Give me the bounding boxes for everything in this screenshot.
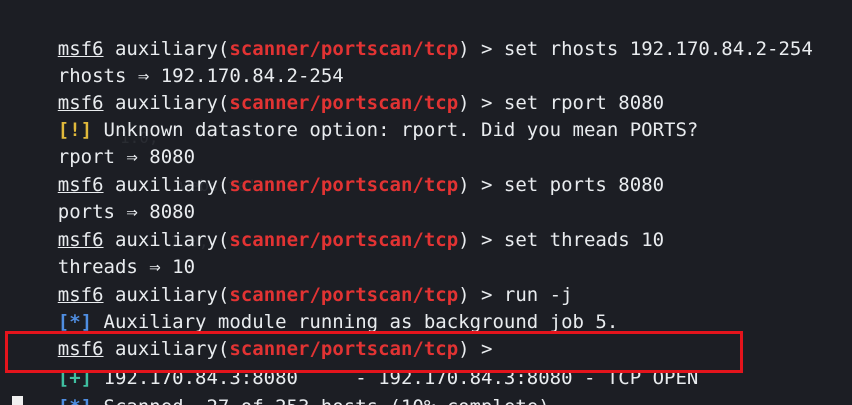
- module-name: scanner/portscan/tcp: [229, 174, 459, 196]
- terminal-line: rhosts ⇒ 192.170.84.2-254: [12, 36, 344, 87]
- terminal-line: threads ⇒ 10: [12, 227, 195, 278]
- terminal-line: [*] Scanned 27 of 253 hosts (10% complet…: [12, 367, 550, 405]
- command-text: set threads 10: [503, 229, 665, 251]
- terminal-line: msf6 auxiliary(scanner/portscan/tcp) > s…: [12, 200, 664, 251]
- module-suffix: ) >: [458, 38, 504, 60]
- text-cursor: [12, 396, 23, 405]
- module-suffix: ) >: [458, 174, 504, 196]
- terminal-line: msf6 auxiliary(scanner/portscan/tcp) > s…: [12, 9, 813, 60]
- terminal-line: msf6 auxiliary(scanner/portscan/tcp) > s…: [12, 63, 664, 114]
- terminal-line: rport ⇒ 8080: [12, 117, 195, 168]
- info-tag: [*]: [58, 396, 92, 405]
- terminal-window[interactable]: 1.0, website', 1.0, msf6 auxiliary(scann…: [0, 0, 852, 405]
- command-text: set rhosts 192.170.84.2-254: [503, 38, 813, 60]
- terminal-line: msf6 auxiliary(scanner/portscan/tcp) > r…: [12, 255, 573, 306]
- terminal-line: [+] 192.170.84.3:8080 - 192.170.84.3:808…: [12, 338, 699, 389]
- terminal-line: msf6 auxiliary(scanner/portscan/tcp) > s…: [12, 145, 664, 196]
- module-suffix: ) >: [458, 229, 504, 251]
- terminal-line: msf6 auxiliary(scanner/portscan/tcp) >: [12, 309, 504, 360]
- terminal-line: [!] Unknown datastore option: rport. Did…: [12, 90, 699, 141]
- terminal-line: ports ⇒ 8080: [12, 172, 195, 223]
- module-name: scanner/portscan/tcp: [229, 229, 459, 251]
- command-text: set ports 8080: [503, 174, 665, 196]
- output-text: Scanned 27 of 253 hosts (10% complete): [92, 396, 550, 405]
- terminal-line: [*] Auxiliary module running as backgrou…: [12, 282, 619, 333]
